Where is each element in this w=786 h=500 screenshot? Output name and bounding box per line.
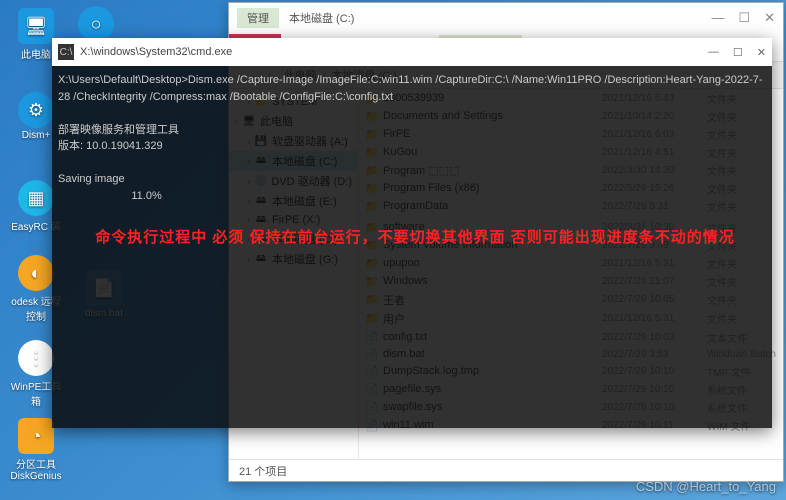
- app-icon: ○: [78, 6, 114, 42]
- app-icon: ◔: [18, 418, 54, 454]
- window-title: 本地磁盘 (C:): [289, 10, 354, 26]
- app-icon: ⋮: [18, 340, 54, 376]
- cmd-titlebar[interactable]: C:\ X:\windows\System32\cmd.exe — ☐ ✕: [52, 38, 772, 66]
- cmd-icon: C:\: [58, 44, 74, 60]
- explorer-titlebar: 管理 本地磁盘 (C:) — ☐ ✕: [229, 3, 783, 33]
- warning-overlay: 命令执行过程中 必须 保持在前台运行，不要切换其他界面 否则可能出现进度条不动的…: [60, 226, 770, 247]
- cmd-ver-line: 版本: 10.0.19041.329: [58, 140, 163, 152]
- cmd-svc-line: 部署映像服务和管理工具: [58, 124, 179, 136]
- app-icon: 🖥: [18, 8, 54, 44]
- close-button[interactable]: ✕: [764, 10, 775, 26]
- icon-label: 此电脑: [21, 46, 51, 61]
- watermark: CSDN @Heart_to_Yang: [636, 479, 776, 494]
- cmd-progress: 11.0%: [131, 190, 161, 202]
- cmd-title-path: X:\windows\System32\cmd.exe: [80, 46, 232, 58]
- cmd-maximize-button[interactable]: ☐: [733, 46, 743, 59]
- app-icon: ▦: [18, 180, 54, 216]
- icon-label: Dism+: [22, 130, 51, 141]
- maximize-button[interactable]: ☐: [738, 10, 750, 26]
- minimize-button[interactable]: —: [711, 10, 724, 26]
- cmd-minimize-button[interactable]: —: [708, 46, 719, 59]
- cmd-close-button[interactable]: ✕: [757, 46, 766, 59]
- app-icon: ⚙: [18, 92, 54, 128]
- app-icon: ◐: [18, 255, 54, 291]
- contextual-tab[interactable]: 管理: [237, 8, 279, 28]
- cmd-output: X:\Users\Default\Desktop>Dism.exe /Captu…: [52, 66, 772, 210]
- statusbar: 21 个项目: [229, 459, 783, 481]
- cmd-prompt: X:\Users\Default\Desktop>: [58, 74, 188, 86]
- icon-label: 分区工具 DiskGenius: [10, 456, 61, 482]
- cmd-saving: Saving image: [58, 173, 125, 185]
